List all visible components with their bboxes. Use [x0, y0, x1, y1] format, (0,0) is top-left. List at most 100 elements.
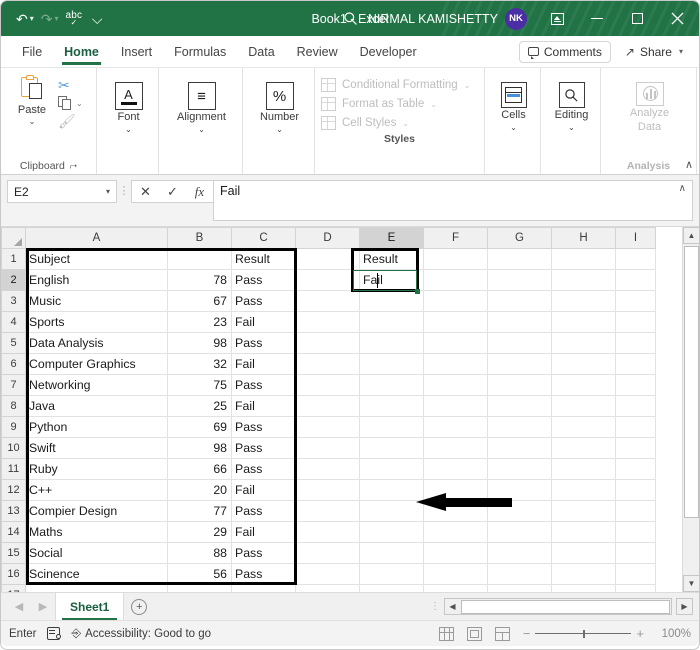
- cell-e5[interactable]: [359, 332, 424, 354]
- paste-dropdown-caret[interactable]: ⌄: [29, 117, 36, 126]
- row-header-14[interactable]: 14: [1, 521, 26, 543]
- cell-i15[interactable]: [615, 542, 656, 564]
- cell-i4[interactable]: [615, 311, 656, 333]
- cell-i1[interactable]: [615, 248, 656, 270]
- cell-h11[interactable]: [551, 458, 616, 480]
- cell-i12[interactable]: [615, 479, 656, 501]
- previous-sheet-icon[interactable]: ◀: [7, 600, 31, 613]
- cell-i16[interactable]: [615, 563, 656, 585]
- cell-styles-button[interactable]: Cell Styles ⌄: [321, 116, 484, 130]
- zoom-out-button[interactable]: −: [523, 626, 531, 641]
- cell-c17[interactable]: [231, 584, 296, 592]
- column-header-b[interactable]: B: [167, 227, 232, 249]
- cancel-formula-button[interactable]: ✕: [132, 184, 159, 200]
- share-dropdown-caret[interactable]: ▾: [679, 47, 683, 56]
- cell-a5[interactable]: Data Analysis: [25, 332, 168, 354]
- cell-b7[interactable]: 75: [167, 374, 232, 396]
- share-button[interactable]: ↗ Share ▾: [616, 41, 691, 62]
- cell-d6[interactable]: [295, 353, 360, 375]
- insert-function-icon[interactable]: fx: [186, 184, 213, 200]
- column-header-i[interactable]: I: [615, 227, 656, 249]
- cell-i17[interactable]: [615, 584, 656, 592]
- row-header-11[interactable]: 11: [1, 458, 26, 480]
- cell-e7[interactable]: [359, 374, 424, 396]
- clipboard-dialog-launcher-icon[interactable]: ⮣: [70, 160, 77, 171]
- row-header-1[interactable]: 1: [1, 248, 26, 270]
- row-header-8[interactable]: 8: [1, 395, 26, 417]
- cell-a2[interactable]: English: [25, 269, 168, 291]
- cell-b3[interactable]: 67: [167, 290, 232, 312]
- enter-formula-button[interactable]: ✓: [159, 184, 186, 200]
- cell-h6[interactable]: [551, 353, 616, 375]
- zoom-slider-track[interactable]: [535, 629, 632, 638]
- cell-h8[interactable]: [551, 395, 616, 417]
- cell-d14[interactable]: [295, 521, 360, 543]
- cell-e11[interactable]: [359, 458, 424, 480]
- cell-c7[interactable]: Pass: [231, 374, 296, 396]
- cell-i8[interactable]: [615, 395, 656, 417]
- cell-g13[interactable]: [487, 500, 552, 522]
- cell-b12[interactable]: 20: [167, 479, 232, 501]
- cell-e8[interactable]: [359, 395, 424, 417]
- cell-a17[interactable]: [25, 584, 168, 592]
- cell-h17[interactable]: [551, 584, 616, 592]
- cell-c14[interactable]: Fail: [231, 521, 296, 543]
- cell-b9[interactable]: 69: [167, 416, 232, 438]
- tab-formulas[interactable]: Formulas: [163, 36, 237, 68]
- column-header-f[interactable]: F: [423, 227, 488, 249]
- cell-a14[interactable]: Maths: [25, 521, 168, 543]
- vertical-scrollbar-thumb[interactable]: [684, 246, 699, 518]
- record-macro-icon[interactable]: [46, 627, 62, 640]
- comments-button[interactable]: Comments: [518, 40, 611, 63]
- scroll-left-button[interactable]: ◀: [445, 599, 460, 614]
- cell-c16[interactable]: Pass: [231, 563, 296, 585]
- cell-a9[interactable]: Python: [25, 416, 168, 438]
- cell-i11[interactable]: [615, 458, 656, 480]
- cell-h7[interactable]: [551, 374, 616, 396]
- cell-c6[interactable]: Fail: [231, 353, 296, 375]
- font-dropdown-caret[interactable]: ⌄: [125, 125, 132, 134]
- column-header-e[interactable]: E: [359, 227, 424, 249]
- font-button[interactable]: A Font ⌄: [105, 80, 152, 134]
- scroll-up-button[interactable]: ▲: [683, 227, 699, 244]
- cell-h14[interactable]: [551, 521, 616, 543]
- alignment-dropdown-caret[interactable]: ⌄: [198, 125, 205, 134]
- formula-input[interactable]: Fail ∧: [213, 180, 693, 221]
- cell-d15[interactable]: [295, 542, 360, 564]
- cell-d3[interactable]: [295, 290, 360, 312]
- cell-i10[interactable]: [615, 437, 656, 459]
- cell-c1[interactable]: Result: [231, 248, 296, 270]
- cell-i7[interactable]: [615, 374, 656, 396]
- cell-a6[interactable]: Computer Graphics: [25, 353, 168, 375]
- cell-a7[interactable]: Networking: [25, 374, 168, 396]
- row-header-3[interactable]: 3: [1, 290, 26, 312]
- cell-g16[interactable]: [487, 563, 552, 585]
- cell-d5[interactable]: [295, 332, 360, 354]
- cell-d11[interactable]: [295, 458, 360, 480]
- cell-a1[interactable]: Subject: [25, 248, 168, 270]
- cell-a12[interactable]: C++: [25, 479, 168, 501]
- horizontal-scrollbar[interactable]: ◀: [444, 598, 672, 615]
- cell-c10[interactable]: Pass: [231, 437, 296, 459]
- cell-g10[interactable]: [487, 437, 552, 459]
- cell-b4[interactable]: 23: [167, 311, 232, 333]
- cell-i13[interactable]: [615, 500, 656, 522]
- cell-b10[interactable]: 98: [167, 437, 232, 459]
- cell-e10[interactable]: [359, 437, 424, 459]
- vertical-scrollbar[interactable]: ▲ ▼: [682, 227, 699, 592]
- cell-h12[interactable]: [551, 479, 616, 501]
- format-as-table-caret[interactable]: ⌄: [430, 100, 437, 109]
- cell-a16[interactable]: Scinence: [25, 563, 168, 585]
- cell-f6[interactable]: [423, 353, 488, 375]
- cell-e16[interactable]: [359, 563, 424, 585]
- cells-button[interactable]: Cells ⌄: [493, 80, 534, 132]
- cell-e13[interactable]: [359, 500, 424, 522]
- cell-e17[interactable]: [359, 584, 424, 592]
- tab-data[interactable]: Data: [237, 36, 285, 68]
- page-layout-view-icon[interactable]: [466, 626, 482, 641]
- cell-f14[interactable]: [423, 521, 488, 543]
- maximize-button[interactable]: [617, 1, 657, 36]
- column-header-g[interactable]: G: [487, 227, 552, 249]
- cell-e14[interactable]: [359, 521, 424, 543]
- cell-g9[interactable]: [487, 416, 552, 438]
